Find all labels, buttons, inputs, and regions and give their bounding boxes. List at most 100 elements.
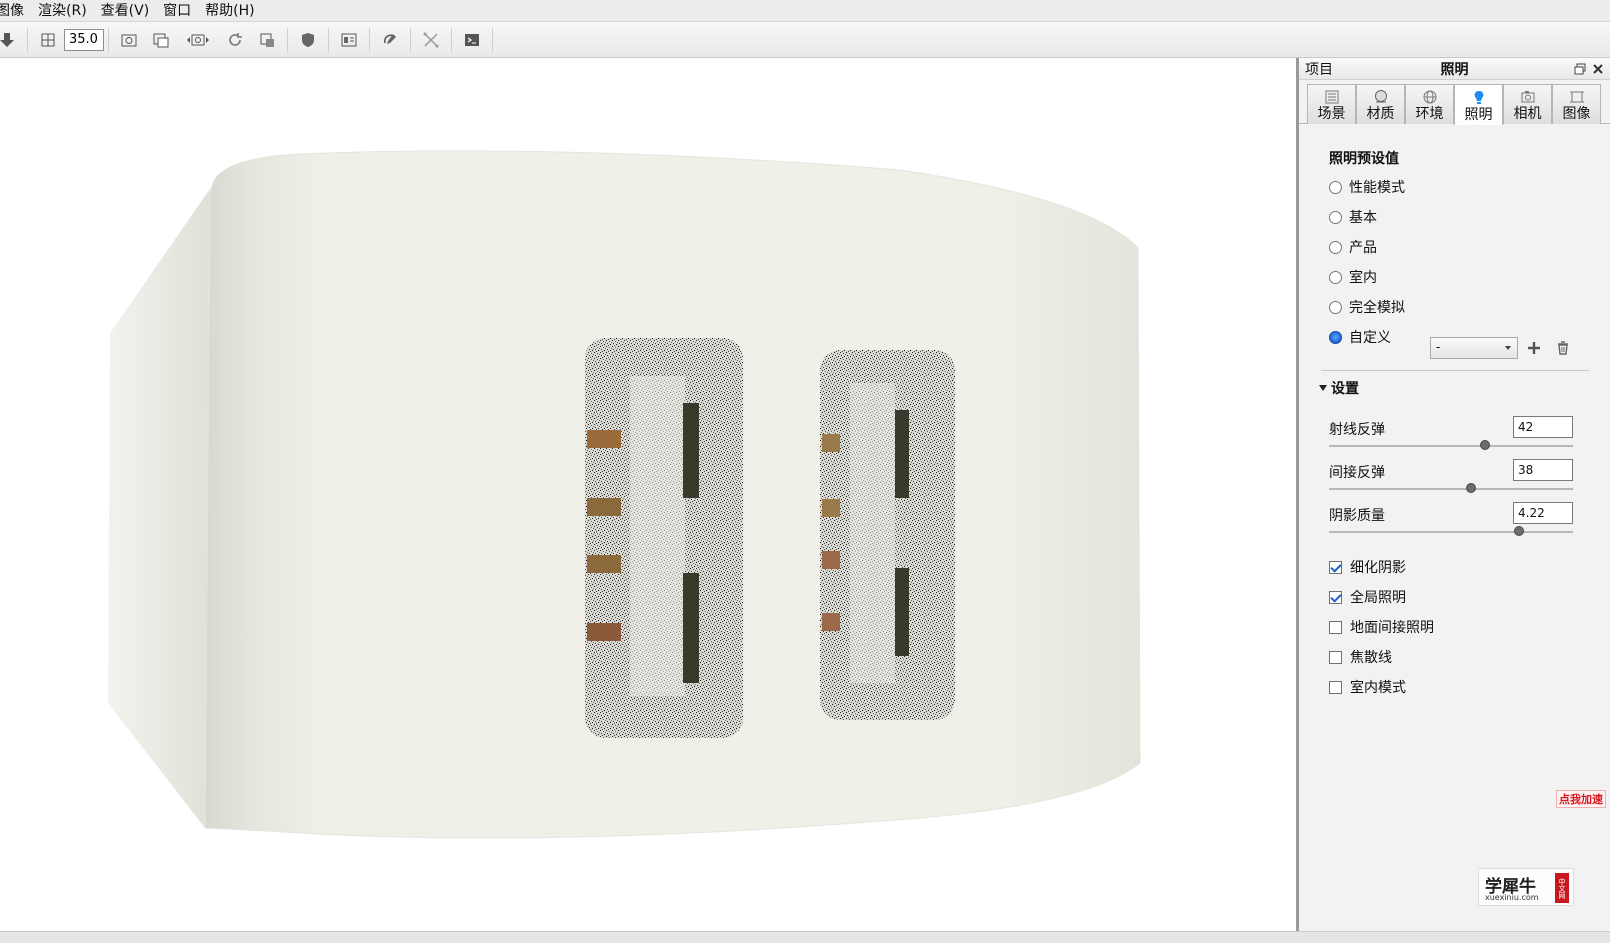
checkbox[interactable] xyxy=(1329,650,1342,664)
radio-button[interactable] xyxy=(1329,210,1342,224)
menu-image[interactable]: 图像 xyxy=(0,0,31,22)
ray-bounces-input[interactable]: 42 xyxy=(1513,416,1573,438)
toolbar-separator xyxy=(451,27,452,52)
panel-header: 项目 照明 xyxy=(1299,58,1610,80)
terminal-icon xyxy=(465,33,479,46)
screenshot-button[interactable] xyxy=(148,27,174,53)
fit-view-button[interactable] xyxy=(116,27,142,53)
slider-thumb[interactable] xyxy=(1465,483,1476,493)
toolbar-separator xyxy=(369,27,370,52)
toaster-slot-right xyxy=(820,350,955,720)
trash-icon xyxy=(1558,341,1568,355)
delete-preset-button[interactable] xyxy=(1553,338,1573,358)
slider-track[interactable] xyxy=(1329,445,1573,447)
project-label[interactable]: 项目 xyxy=(1299,59,1333,79)
console-button[interactable] xyxy=(459,27,485,53)
settings-section-toggle[interactable]: 设置 xyxy=(1319,378,1359,398)
checkbox[interactable] xyxy=(1329,680,1342,694)
radio-button[interactable] xyxy=(1329,180,1342,194)
layout-icon xyxy=(341,33,357,46)
indirect-bounces-slider-row: 间接反弹 38 xyxy=(1329,459,1573,499)
preset-full-simulation[interactable]: 完全模拟 xyxy=(1329,292,1589,322)
menu-bar: 图像 渲染(R) 查看(V) 窗口 帮助(H) xyxy=(0,0,1610,22)
toolbar-separator xyxy=(287,27,288,52)
preset-product[interactable]: 产品 xyxy=(1329,232,1589,262)
checkbox[interactable] xyxy=(1329,560,1342,574)
add-preset-button[interactable] xyxy=(1524,338,1544,358)
preset-basic[interactable]: 基本 xyxy=(1329,202,1589,232)
preset-label: 完全模拟 xyxy=(1349,300,1405,316)
checkbox-label: 室内模式 xyxy=(1350,680,1406,696)
checkbox[interactable] xyxy=(1329,620,1342,634)
light-bulb-icon xyxy=(1474,90,1483,104)
geometry-button[interactable] xyxy=(418,27,444,53)
watermark-logo: 学犀牛 xuexiniu.com 中文网 xyxy=(1478,868,1574,906)
tab-image[interactable]: 图像 xyxy=(1552,84,1601,124)
slider-track[interactable] xyxy=(1329,488,1573,490)
import-arrow-button[interactable] xyxy=(0,27,20,53)
global-illumination-option[interactable]: 全局照明 xyxy=(1329,585,1406,609)
tab-environment[interactable]: 环境 xyxy=(1405,84,1454,124)
custom-preset-select[interactable]: - xyxy=(1430,337,1518,359)
radio-button[interactable] xyxy=(1329,300,1342,314)
slider-thumb[interactable] xyxy=(1480,440,1491,450)
menu-view[interactable]: 查看(V) xyxy=(94,0,157,22)
slider-thumb[interactable] xyxy=(1514,526,1525,536)
speed-up-badge[interactable]: 点我加速 xyxy=(1556,790,1606,808)
preset-label: 基本 xyxy=(1349,210,1377,226)
menu-window[interactable]: 窗口 xyxy=(156,0,198,22)
panel-tabs: 场景 材质 环境 照明 相机 图像 xyxy=(1299,80,1610,125)
radio-button[interactable] xyxy=(1329,240,1342,254)
watermark-badge: 中文网 xyxy=(1555,873,1569,903)
tab-scene[interactable]: 场景 xyxy=(1307,84,1356,124)
presets-title: 照明预设值 xyxy=(1329,151,1399,167)
tab-lighting[interactable]: 照明 xyxy=(1454,84,1503,125)
paint-tool-button[interactable] xyxy=(377,27,403,53)
lock-region-icon xyxy=(260,33,274,47)
lighting-presets-section: 照明预设值 性能模式 基本 产品 室内 完全模拟 自定义 xyxy=(1329,148,1589,352)
fov-input[interactable] xyxy=(64,28,104,51)
slider-track[interactable] xyxy=(1329,531,1573,533)
camera-icon xyxy=(1521,91,1534,103)
detailed-shadows-option[interactable]: 细化阴影 xyxy=(1329,555,1406,579)
tab-materials[interactable]: 材质 xyxy=(1356,84,1405,124)
camera-fit-icon xyxy=(121,34,137,46)
radio-button[interactable] xyxy=(1329,270,1342,284)
watermark-site: xuexiniu.com xyxy=(1485,893,1539,902)
render-region-button[interactable] xyxy=(254,27,280,53)
preset-performance[interactable]: 性能模式 xyxy=(1329,172,1589,202)
presentation-button[interactable] xyxy=(336,27,362,53)
fov-button[interactable] xyxy=(35,27,61,53)
checkbox[interactable] xyxy=(1329,590,1342,604)
radio-button-selected[interactable] xyxy=(1329,330,1342,344)
menu-help[interactable]: 帮助(H) xyxy=(198,0,261,22)
settings-title: 设置 xyxy=(1331,381,1359,397)
collapse-triangle-icon xyxy=(1319,385,1327,391)
section-divider xyxy=(1321,370,1589,371)
caustics-option[interactable]: 焦散线 xyxy=(1329,645,1392,669)
reset-view-button[interactable] xyxy=(222,27,248,53)
float-window-button[interactable] xyxy=(1572,61,1588,77)
shield-icon xyxy=(302,32,314,47)
close-panel-button[interactable] xyxy=(1590,61,1606,77)
toolbar-separator xyxy=(492,27,493,52)
preset-interior[interactable]: 室内 xyxy=(1329,262,1589,292)
tab-label: 图像 xyxy=(1562,106,1591,122)
render-viewport[interactable] xyxy=(0,58,1296,931)
material-shield-button[interactable] xyxy=(295,27,321,53)
indirect-bounces-input[interactable]: 38 xyxy=(1513,459,1573,481)
snapshot-icon xyxy=(153,33,169,47)
chevron-down-icon xyxy=(1505,346,1511,350)
tab-camera[interactable]: 相机 xyxy=(1503,84,1552,124)
scene-tree-icon xyxy=(1325,90,1338,104)
slider-label: 射线反弹 xyxy=(1329,422,1385,438)
interior-mode-option[interactable]: 室内模式 xyxy=(1329,675,1406,699)
checkbox-label: 全局照明 xyxy=(1350,590,1406,606)
camera-cycle-button[interactable] xyxy=(180,27,216,53)
ray-bounces-slider-row: 射线反弹 42 xyxy=(1329,416,1573,456)
preset-label: 室内 xyxy=(1349,270,1377,286)
shadow-quality-input[interactable]: 4.22 xyxy=(1513,502,1573,524)
ground-indirect-option[interactable]: 地面间接照明 xyxy=(1329,615,1434,639)
preset-label: 产品 xyxy=(1349,240,1377,256)
menu-render[interactable]: 渲染(R) xyxy=(31,0,94,22)
